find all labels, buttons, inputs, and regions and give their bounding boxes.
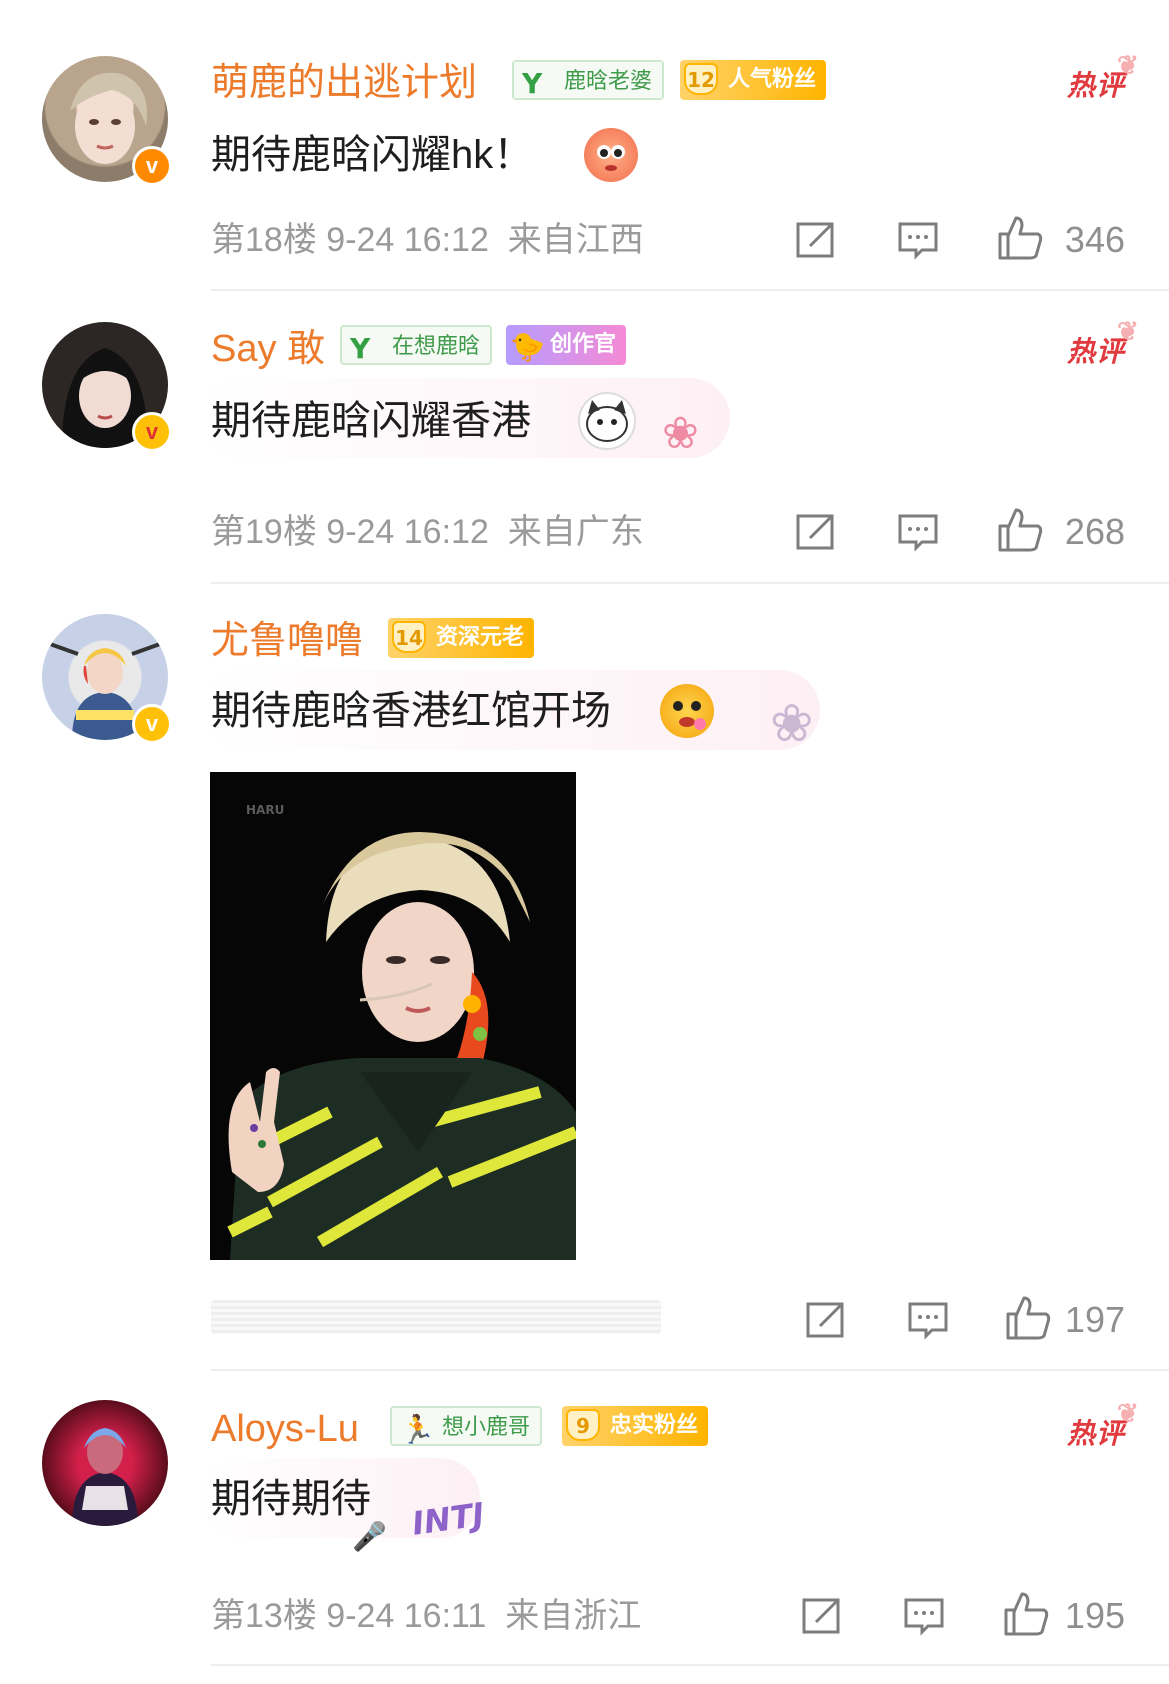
- comment-icon[interactable]: [902, 1594, 946, 1638]
- creator-mascot-icon: 🐤: [510, 330, 545, 363]
- photo-watermark: HARU: [246, 803, 284, 817]
- fan-badge[interactable]: Y 鹿晗老婆: [512, 60, 665, 100]
- like-count[interactable]: 195: [1065, 1594, 1125, 1638]
- flower-face-sticker-icon: [660, 684, 714, 738]
- flame-icon: ❦: [1116, 1398, 1140, 1428]
- level-badge[interactable]: 9 忠实粉丝: [562, 1406, 709, 1446]
- share-icon[interactable]: [794, 510, 838, 554]
- comment-text: 期待鹿晗香港红馆开场: [211, 689, 611, 733]
- performer-photo[interactable]: HARU: [210, 772, 576, 1260]
- bunny-decoration-icon: ❀: [770, 694, 814, 754]
- share-icon[interactable]: [794, 218, 838, 262]
- username[interactable]: Aloys-Lu: [211, 1404, 359, 1454]
- comment-icon[interactable]: [906, 1298, 950, 1342]
- username[interactable]: 萌鹿的出逃计划: [211, 58, 477, 108]
- verified-badge-icon: v: [132, 412, 172, 452]
- comment-icon[interactable]: [896, 218, 940, 262]
- sticker-icon: [584, 128, 638, 182]
- verified-badge-icon: v: [132, 146, 172, 186]
- avatar[interactable]: v: [42, 56, 172, 186]
- hot-comment-label: 热评 ❦: [1066, 50, 1140, 101]
- comment-icon[interactable]: [896, 510, 940, 554]
- share-icon[interactable]: [800, 1594, 844, 1638]
- avatar[interactable]: [42, 1400, 168, 1526]
- hot-comment-label: 热评 ❦: [1066, 316, 1140, 367]
- flame-icon: ❦: [1116, 316, 1140, 346]
- microphone-icon: 🎤: [352, 1520, 387, 1553]
- divider: [211, 289, 1169, 291]
- comment-meta: 第18楼 9-24 16:12 来自江西: [211, 221, 644, 259]
- performer-illustration: HARU: [210, 772, 576, 1260]
- diamond-level-icon: 14: [392, 621, 426, 653]
- verified-badge-icon: v: [132, 704, 172, 744]
- comment-text: 期待鹿晗闪耀香港: [211, 399, 531, 443]
- fan-badge[interactable]: 🏃 想小鹿哥: [390, 1406, 543, 1446]
- username[interactable]: 尤鲁噜噜: [211, 616, 363, 666]
- level-badge[interactable]: 12 人气粉丝: [680, 60, 827, 100]
- cocktail-icon: Y: [522, 67, 543, 100]
- like-icon[interactable]: [996, 214, 1044, 262]
- comment-text: 期待期待: [211, 1477, 371, 1521]
- username[interactable]: Say 敢: [211, 324, 325, 374]
- running-person-icon: 🏃: [400, 1413, 435, 1446]
- like-icon[interactable]: [1004, 1294, 1052, 1342]
- diamond-level-icon: 9: [566, 1409, 600, 1441]
- cat-sticker-icon: [578, 392, 636, 450]
- like-icon[interactable]: [996, 506, 1044, 554]
- divider: [211, 582, 1169, 584]
- share-icon[interactable]: [804, 1298, 848, 1342]
- avatar-portrait: [72, 1428, 138, 1526]
- fan-badge[interactable]: Y 在想鹿晗: [340, 325, 493, 365]
- level-badge[interactable]: 14 资深元老: [388, 618, 535, 658]
- fan-decoration-icon: ❀: [662, 408, 699, 459]
- flame-icon: ❦: [1116, 50, 1140, 80]
- comment-meta-obscured: [211, 1300, 661, 1334]
- hot-comment-label: 热评 ❦: [1066, 1398, 1140, 1449]
- divider: [211, 1664, 1169, 1666]
- comment-meta: 第13楼 9-24 16:11 来自浙江: [211, 1597, 642, 1635]
- like-count[interactable]: 197: [1065, 1298, 1125, 1342]
- diamond-level-icon: 12: [684, 63, 718, 95]
- creator-badge[interactable]: 🐤 创作官: [506, 325, 627, 365]
- avatar[interactable]: v: [42, 614, 172, 744]
- like-count[interactable]: 346: [1065, 218, 1125, 262]
- divider: [211, 1369, 1169, 1371]
- like-count[interactable]: 268: [1065, 510, 1125, 554]
- comment-meta: 第19楼 9-24 16:12 来自广东: [211, 513, 644, 551]
- cocktail-icon: Y: [350, 332, 371, 365]
- like-icon[interactable]: [1002, 1590, 1050, 1638]
- comment-text: 期待鹿晗闪耀hk！: [211, 133, 534, 177]
- avatar[interactable]: v: [42, 322, 172, 452]
